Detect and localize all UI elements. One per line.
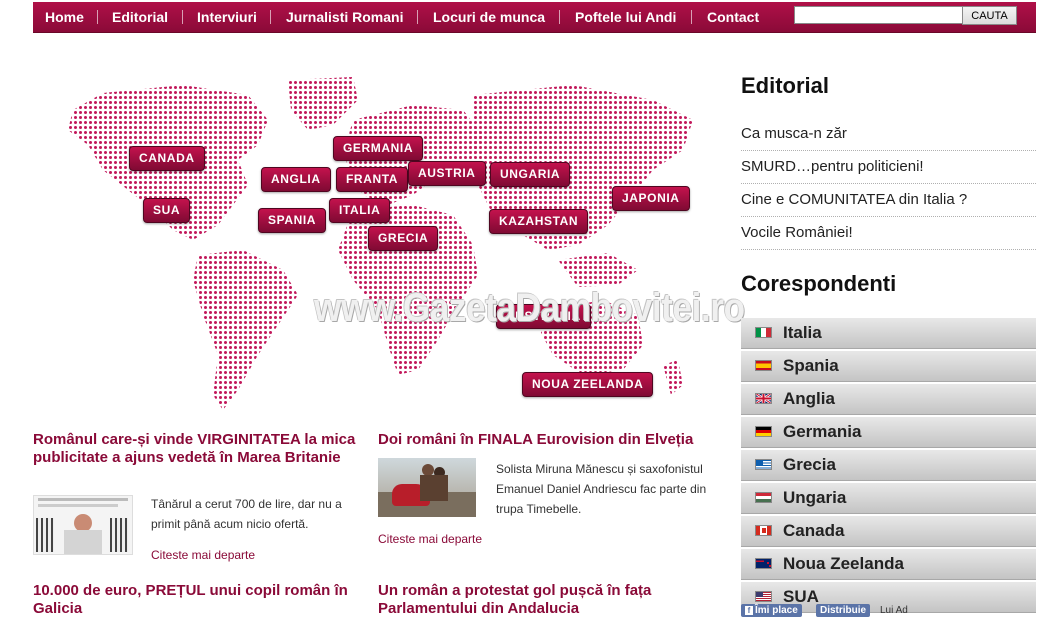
correspondent-italia[interactable]: Italia xyxy=(741,318,1036,349)
editorial-item[interactable]: Vocile României! xyxy=(741,217,1036,250)
article-title[interactable]: Doi români în FINALA Eurovision din Elve… xyxy=(378,431,718,449)
map-country-italia[interactable]: ITALIA xyxy=(329,198,391,223)
read-more-link[interactable]: Citeste mai departe xyxy=(151,548,255,562)
editorial-item[interactable]: Ca musca-n zăr xyxy=(741,118,1036,151)
correspondent-label: Germania xyxy=(783,422,862,441)
editorial-item[interactable]: Cine e COMUNITATEA din Italia ? xyxy=(741,184,1036,217)
correspondent-label: Noua Zeelanda xyxy=(783,554,904,573)
map-country-germania[interactable]: GERMANIA xyxy=(333,136,424,161)
map-country-spania[interactable]: SPANIA xyxy=(258,208,327,233)
continent-southeast-asia xyxy=(558,253,638,287)
map-country-ungaria[interactable]: UNGARIA xyxy=(490,162,571,187)
map-country-anglia[interactable]: ANGLIA xyxy=(261,167,331,192)
usa-flag-icon xyxy=(755,591,772,602)
correspondent-label: Anglia xyxy=(783,389,835,408)
correspondent-anglia[interactable]: Anglia xyxy=(741,384,1036,415)
hungary-flag-icon xyxy=(755,492,772,503)
world-map: CANADA SUA ANGLIA FRANTA GERMANIA AUSTRI… xyxy=(33,75,703,410)
article-title[interactable]: Un român a protestat gol pușcă în fața P… xyxy=(378,582,708,618)
article-excerpt: Solista Miruna Mănescu și saxofonistul E… xyxy=(496,462,707,516)
correspondent-label: Spania xyxy=(783,356,839,375)
germany-flag-icon xyxy=(755,426,772,437)
correspondent-label: Grecia xyxy=(783,455,836,474)
search-button[interactable]: CAUTA xyxy=(962,6,1017,25)
facebook-like-button[interactable]: f Îmi place xyxy=(741,604,802,617)
article-excerpt: Tânărul a cerut 700 de lire, dar nu a pr… xyxy=(151,497,342,531)
correspondents-list: Italia Spania Anglia Germania Grecia Ung… xyxy=(741,318,1036,615)
nav-separator xyxy=(270,10,271,24)
read-more-link[interactable]: Citeste mai departe xyxy=(378,532,482,546)
nav-home[interactable]: Home xyxy=(45,2,84,32)
correspondent-label: Ungaria xyxy=(783,488,847,507)
facebook-social-text: Lui Ad xyxy=(880,605,908,616)
canada-flag-icon xyxy=(755,525,772,536)
facebook-like-label: Îmi place xyxy=(755,605,798,616)
map-country-noua-zeelanda[interactable]: NOUA ZEELANDA xyxy=(522,372,654,397)
map-country-grecia[interactable]: GRECIA xyxy=(368,226,439,251)
greece-flag-icon xyxy=(755,459,772,470)
correspondent-canada[interactable]: Canada xyxy=(741,516,1036,547)
nav-contact[interactable]: Contact xyxy=(707,2,759,32)
correspondents-heading: Corespondenti xyxy=(741,271,897,296)
editorial-heading: Editorial xyxy=(741,73,830,98)
nav-jurnalisti-romani[interactable]: Jurnalisti Romani xyxy=(286,2,403,32)
nav-separator xyxy=(691,10,692,24)
correspondent-ungaria[interactable]: Ungaria xyxy=(741,483,1036,514)
nav-editorial[interactable]: Editorial xyxy=(112,2,168,32)
map-country-kazahstan[interactable]: KAZAHSTAN xyxy=(489,209,589,234)
article-thumbnail[interactable] xyxy=(378,458,476,517)
nav-separator xyxy=(182,10,183,24)
correspondent-noua-zeelanda[interactable]: Noua Zeelanda xyxy=(741,549,1036,580)
article-thumbnail[interactable] xyxy=(33,495,133,555)
article-title[interactable]: 10.000 de euro, PREȚUL unui copil român … xyxy=(33,582,373,618)
map-country-austria[interactable]: AUSTRIA xyxy=(408,161,486,186)
editorial-list: Ca musca-n zăr SMURD…pentru politicieni!… xyxy=(741,118,1036,250)
correspondent-grecia[interactable]: Grecia xyxy=(741,450,1036,481)
search-input[interactable] xyxy=(794,6,964,24)
continent-greenland xyxy=(288,77,358,130)
map-country-japonia[interactable]: JAPONIA xyxy=(612,186,690,211)
new-zealand-flag-icon xyxy=(755,558,772,569)
facebook-share-button[interactable]: Distribuie xyxy=(816,604,871,617)
correspondent-label: Italia xyxy=(783,323,822,342)
nav-interviuri[interactable]: Interviuri xyxy=(197,2,257,32)
watermark: www.GazetaDambovitei.ro xyxy=(314,286,745,330)
facebook-icon: f xyxy=(745,606,753,615)
nav-separator xyxy=(559,10,560,24)
nav-separator xyxy=(417,10,418,24)
correspondent-germania[interactable]: Germania xyxy=(741,417,1036,448)
article-title[interactable]: Românul care-și vinde VIRGINITATEA la mi… xyxy=(33,431,363,467)
nav-poftele-lui-andi[interactable]: Poftele lui Andi xyxy=(575,2,676,32)
continent-south-america xyxy=(193,250,298,410)
continent-new-zealand xyxy=(663,360,683,395)
italy-flag-icon xyxy=(755,327,772,338)
spain-flag-icon xyxy=(755,360,772,371)
correspondent-spania[interactable]: Spania xyxy=(741,351,1036,382)
map-country-canada[interactable]: CANADA xyxy=(129,146,205,171)
correspondent-label: Canada xyxy=(783,521,845,540)
map-country-franta[interactable]: FRANTA xyxy=(336,167,409,192)
map-country-sua[interactable]: SUA xyxy=(143,198,191,223)
uk-flag-icon xyxy=(755,393,772,404)
nav-separator xyxy=(97,10,98,24)
nav-locuri-de-munca[interactable]: Locuri de munca xyxy=(433,2,545,32)
editorial-item[interactable]: SMURD…pentru politicieni! xyxy=(741,151,1036,184)
